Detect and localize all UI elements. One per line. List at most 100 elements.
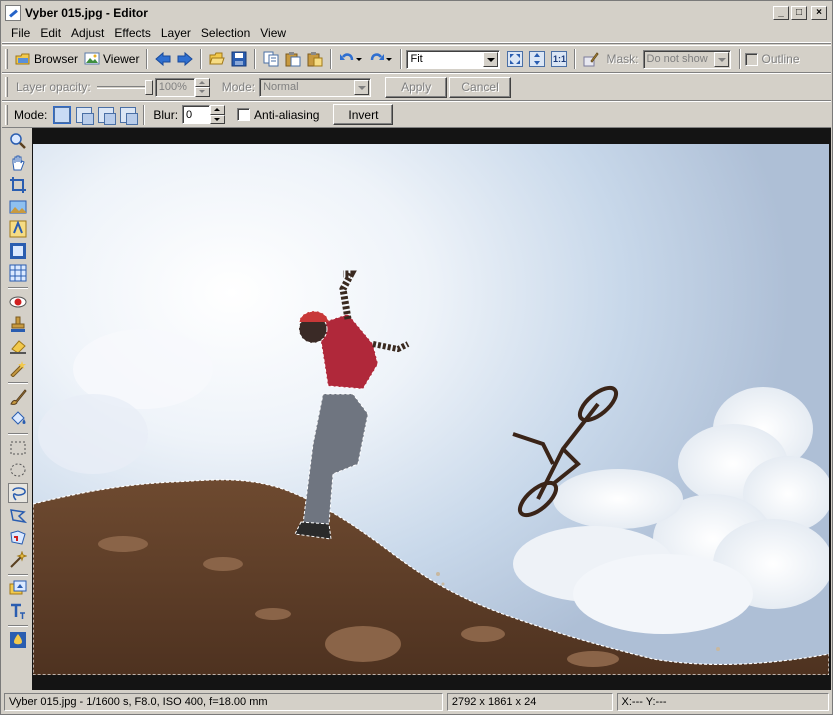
layer-mode-label: Mode: bbox=[221, 80, 256, 94]
mask-brush-icon bbox=[583, 51, 600, 67]
fit-height-button[interactable] bbox=[526, 48, 548, 70]
eraser-icon[interactable] bbox=[9, 337, 27, 355]
layer-icon[interactable] bbox=[9, 580, 27, 598]
frame-icon[interactable] bbox=[9, 242, 27, 260]
selection-new-icon[interactable] bbox=[54, 106, 71, 123]
copy-button[interactable] bbox=[260, 48, 282, 70]
paste-icon bbox=[285, 51, 301, 67]
selection-subtract-icon[interactable] bbox=[98, 106, 117, 125]
paste-button[interactable] bbox=[282, 48, 304, 70]
toolbar-grip[interactable] bbox=[5, 104, 8, 125]
magic-wand-icon[interactable] bbox=[9, 550, 28, 569]
opacity-spinner[interactable] bbox=[194, 77, 210, 97]
actual-size-icon: 1:1 bbox=[551, 51, 568, 67]
chevron-down-icon[interactable] bbox=[354, 79, 370, 95]
selection-mode-label: Mode: bbox=[14, 107, 48, 122]
undo-dropdown-icon[interactable] bbox=[355, 51, 363, 67]
color-icon[interactable] bbox=[9, 631, 27, 649]
invert-button[interactable]: Invert bbox=[333, 104, 394, 125]
menu-selection[interactable]: Selection bbox=[196, 26, 255, 40]
blur-spinner[interactable] bbox=[210, 105, 226, 124]
zoom-icon[interactable] bbox=[9, 132, 27, 150]
undo-icon bbox=[339, 51, 355, 67]
grid-icon[interactable] bbox=[9, 264, 27, 282]
arrow-right-icon bbox=[177, 51, 194, 67]
crop-icon[interactable] bbox=[9, 176, 27, 194]
polygon-lasso-icon[interactable] bbox=[9, 507, 28, 525]
blur-field[interactable]: 0 bbox=[182, 105, 211, 124]
selection-intersect-icon[interactable] bbox=[120, 106, 139, 125]
close-button[interactable]: × bbox=[811, 6, 827, 20]
rect-select-icon[interactable] bbox=[9, 439, 27, 457]
minimize-button[interactable]: _ bbox=[773, 6, 789, 20]
forward-button[interactable] bbox=[174, 48, 196, 70]
opacity-field[interactable]: 100% bbox=[154, 77, 195, 97]
browser-button[interactable]: Browser bbox=[12, 48, 81, 70]
brush-icon[interactable] bbox=[9, 388, 27, 406]
menu-effects[interactable]: Effects bbox=[109, 26, 155, 40]
opacity-slider[interactable] bbox=[96, 77, 153, 97]
apply-button[interactable]: Apply bbox=[385, 76, 448, 98]
image-canvas[interactable] bbox=[32, 128, 831, 690]
photo[interactable] bbox=[33, 144, 829, 675]
toolbar-separator bbox=[574, 49, 577, 69]
retouch-icon[interactable] bbox=[9, 359, 27, 378]
menu-layer[interactable]: Layer bbox=[156, 26, 196, 40]
undo-button[interactable] bbox=[336, 48, 366, 70]
clone-stamp-icon[interactable] bbox=[9, 315, 27, 333]
toolbar-grip[interactable] bbox=[5, 49, 8, 69]
toolbar-separator bbox=[738, 49, 741, 69]
magnetic-lasso-icon[interactable] bbox=[9, 529, 27, 547]
cancel-button[interactable]: Cancel bbox=[449, 76, 512, 98]
layer-mode-select[interactable]: Normal bbox=[259, 77, 372, 97]
actual-size-button[interactable]: 1:1 bbox=[548, 48, 570, 70]
editor-window: Vyber 015.jpg - Editor _ □ × File Edit A… bbox=[0, 0, 833, 715]
toolbar-separator bbox=[254, 49, 257, 69]
back-button[interactable] bbox=[152, 48, 174, 70]
menu-edit[interactable]: Edit bbox=[35, 26, 66, 40]
viewer-button[interactable]: Viewer bbox=[81, 48, 142, 70]
chevron-down-icon[interactable] bbox=[713, 51, 729, 67]
selection-add-icon[interactable] bbox=[76, 106, 95, 125]
menu-adjust[interactable]: Adjust bbox=[66, 26, 109, 40]
outline-label: Outline bbox=[761, 52, 800, 66]
text-tool-icon[interactable] bbox=[9, 220, 27, 238]
spin-up-icon[interactable] bbox=[194, 77, 210, 87]
antialias-checkbox[interactable] bbox=[237, 108, 251, 121]
copy-icon bbox=[263, 51, 279, 67]
tool-separator bbox=[8, 625, 28, 627]
spin-up-icon[interactable] bbox=[210, 105, 226, 115]
toolbar-separator bbox=[143, 104, 146, 125]
menu-view[interactable]: View bbox=[255, 26, 291, 40]
text-icon[interactable] bbox=[9, 602, 27, 620]
toolbar-separator bbox=[200, 49, 203, 69]
fill-bucket-icon[interactable] bbox=[9, 410, 27, 428]
ellipse-select-icon[interactable] bbox=[9, 461, 27, 479]
image-icon[interactable] bbox=[9, 198, 27, 216]
hand-icon[interactable] bbox=[9, 154, 27, 172]
redo-dropdown-icon[interactable] bbox=[385, 51, 393, 67]
tool-palette bbox=[2, 129, 32, 689]
red-eye-icon[interactable] bbox=[9, 293, 27, 311]
redo-button[interactable] bbox=[366, 48, 396, 70]
toolbar-grip[interactable] bbox=[5, 77, 8, 97]
zoom-select[interactable]: Fit bbox=[406, 49, 501, 69]
tool-separator bbox=[8, 574, 28, 576]
spin-down-icon[interactable] bbox=[194, 87, 210, 97]
open-button[interactable] bbox=[206, 48, 228, 70]
fit-window-button[interactable] bbox=[504, 48, 526, 70]
mask-select[interactable]: Do not show bbox=[642, 49, 731, 69]
menu-file[interactable]: File bbox=[6, 26, 35, 40]
slider-thumb[interactable] bbox=[144, 80, 153, 95]
outline-checkbox[interactable] bbox=[744, 52, 758, 66]
window-title: Vyber 015.jpg - Editor bbox=[25, 6, 148, 20]
maximize-button[interactable]: □ bbox=[791, 6, 807, 20]
spin-down-icon[interactable] bbox=[210, 114, 226, 124]
paste-new-button[interactable] bbox=[304, 48, 326, 70]
status-bar: Vyber 015.jpg - 1/1600 s, F8.0, ISO 400,… bbox=[2, 691, 831, 713]
chevron-down-icon[interactable] bbox=[483, 51, 499, 67]
mask-tool-button[interactable] bbox=[580, 48, 602, 70]
tool-separator bbox=[8, 433, 28, 435]
lasso-icon[interactable] bbox=[8, 483, 28, 503]
save-button[interactable] bbox=[228, 48, 250, 70]
